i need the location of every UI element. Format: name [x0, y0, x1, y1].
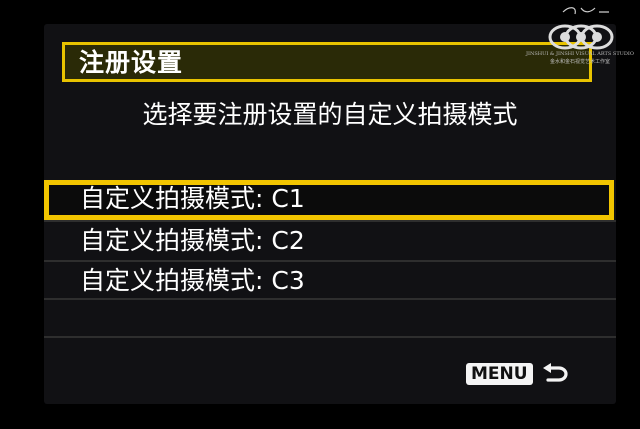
list-item-c2[interactable]: 自定义拍摄模式: C2 [44, 220, 616, 260]
list-item-c1[interactable]: 自定义拍摄模式: C1 [44, 180, 614, 220]
footer-controls: MENU [466, 362, 570, 392]
list-item-label: 自定义拍摄模式: C3 [80, 266, 305, 295]
studio-logo-icon [548, 7, 614, 50]
studio-watermark: JINSHUI & JINSHI VISUAL ARTS STUDIO 金水和金… [525, 4, 635, 66]
custom-mode-list: 自定义拍摄模式: C1 自定义拍摄模式: C2 自定义拍摄模式: C3 [44, 180, 616, 338]
watermark-text-cn: 金水和金石视觉艺术工作室 [549, 59, 610, 65]
list-item-label: 自定义拍摄模式: C2 [80, 226, 305, 255]
list-item-label: 自定义拍摄模式: C1 [80, 184, 305, 213]
menu-button[interactable]: MENU [466, 363, 533, 385]
page-title: 注册设置 [79, 48, 184, 77]
empty-list-row [44, 300, 616, 338]
return-arrow-icon[interactable] [540, 362, 570, 386]
menu-header: 注册设置 [62, 42, 592, 82]
watermark-text-en: JINSHUI & JINSHI VISUAL ARTS STUDIO [526, 51, 634, 57]
camera-menu-screen: 注册设置 选择要注册设置的自定义拍摄模式 自定义拍摄模式: C1 自定义拍摄模式… [44, 24, 616, 404]
list-item-c3[interactable]: 自定义拍摄模式: C3 [44, 260, 616, 300]
instruction-text: 选择要注册设置的自定义拍摄模式 [142, 100, 518, 129]
